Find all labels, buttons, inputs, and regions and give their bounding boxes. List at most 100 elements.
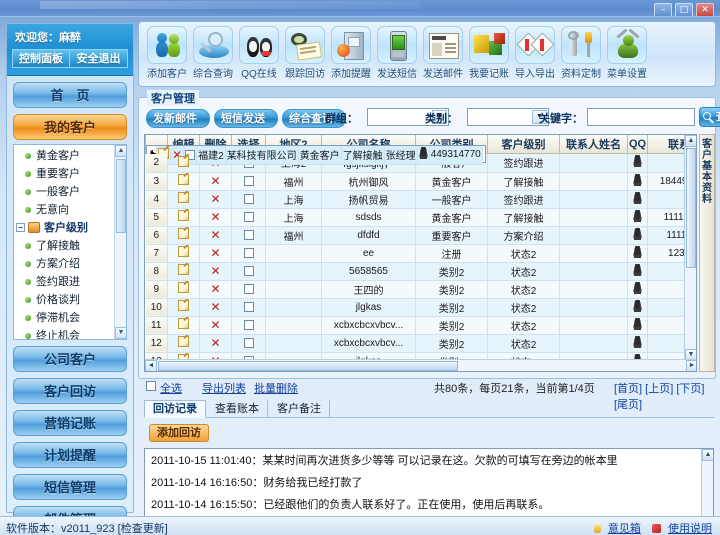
qq-penguin-icon[interactable] xyxy=(633,209,642,222)
select-all-checkbox[interactable] xyxy=(146,381,156,391)
cell-delete[interactable]: ✕ xyxy=(199,208,232,227)
cell-edit[interactable] xyxy=(167,208,200,227)
table-row[interactable]: 5✕上海sdsds黄金客户了解接触111122222 xyxy=(145,208,696,227)
feedback-link[interactable]: 意见箱 xyxy=(608,523,641,535)
table-horizontal-scrollbar[interactable]: ◄ ► xyxy=(145,359,696,371)
scroll-up-icon[interactable]: ▲ xyxy=(115,145,126,157)
qq-penguin-icon[interactable] xyxy=(633,155,642,168)
cell-select[interactable] xyxy=(231,316,266,335)
cell-delete[interactable]: ✕ xyxy=(199,226,232,245)
control-panel-button[interactable]: 控制面板 xyxy=(12,49,70,68)
tree-item-terminated[interactable]: 终止机会 xyxy=(14,327,126,339)
cell-qq[interactable] xyxy=(627,262,648,281)
tree-item-stalled[interactable]: 停滞机会 xyxy=(14,309,126,327)
cell-edit[interactable] xyxy=(167,280,200,299)
edit-icon[interactable] xyxy=(178,228,189,239)
tree-item-contact[interactable]: 了解接触 xyxy=(14,237,126,255)
tree-item-signing[interactable]: 签约跟进 xyxy=(14,273,126,291)
sidebar-item-customer-visits[interactable]: 客户回访 xyxy=(13,378,127,404)
cell-delete[interactable]: ✕ xyxy=(199,316,232,335)
delete-icon[interactable]: ✕ xyxy=(210,192,220,206)
edit-icon[interactable] xyxy=(178,318,189,329)
type-filter-select[interactable]: ▼ xyxy=(467,108,549,126)
export-list-link[interactable]: 导出列表 xyxy=(202,380,246,396)
tree-scrollbar[interactable]: ▲ ▼ xyxy=(114,145,126,339)
tree-item-no-intent[interactable]: 无意向 xyxy=(14,201,126,219)
cell-select[interactable] xyxy=(231,172,266,191)
cell-qq[interactable] xyxy=(627,244,648,263)
sidebar-item-marketing-ledger[interactable]: 营销记账 xyxy=(13,410,127,436)
sidebar-item-company-customers[interactable]: 公司客户 xyxy=(13,346,127,372)
row-checkbox[interactable] xyxy=(243,319,254,330)
cell-delete[interactable]: ✕ xyxy=(199,262,232,281)
keyword-input[interactable] xyxy=(587,108,695,126)
cell-qq[interactable] xyxy=(627,280,648,299)
scroll-up-icon[interactable]: ▲ xyxy=(685,135,696,147)
qq-penguin-icon[interactable] xyxy=(633,335,642,348)
cell-edit[interactable] xyxy=(167,298,200,317)
delete-icon[interactable]: ✕ xyxy=(210,282,220,296)
qq-penguin-icon[interactable] xyxy=(633,317,642,330)
sidebar-item-my-customers[interactable]: 我的客户 xyxy=(13,114,127,140)
table-row[interactable]: ▶1✕福建2某科技有限公司黄金客户了解接触张经理449314770 xyxy=(145,145,486,165)
row-checkbox[interactable] xyxy=(243,211,254,222)
row-checkbox[interactable] xyxy=(243,229,254,240)
cell-qq[interactable] xyxy=(627,298,648,317)
sidebar-item-plan-reminder[interactable]: 计划提醒 xyxy=(13,442,127,468)
notes-scrollbar[interactable]: ▲ xyxy=(701,449,713,517)
toolbar-qq-online[interactable]: QQ在线 xyxy=(237,26,281,84)
version-label[interactable]: 软件版本：v2011_923 [检查更新] xyxy=(6,520,168,535)
scroll-thumb[interactable] xyxy=(686,148,696,268)
cell-edit[interactable] xyxy=(167,172,200,191)
cell-qq[interactable] xyxy=(627,208,648,227)
qq-penguin-icon[interactable] xyxy=(418,147,428,160)
edit-icon[interactable] xyxy=(178,336,189,347)
th-qq[interactable]: QQ xyxy=(627,135,648,154)
cell-qq[interactable] xyxy=(417,146,430,165)
cell-delete[interactable]: ✕ xyxy=(199,172,232,191)
row-checkbox[interactable] xyxy=(243,283,254,294)
scroll-right-icon[interactable]: ► xyxy=(686,360,696,371)
tree-item-negotiation[interactable]: 价格谈判 xyxy=(14,291,126,309)
row-checkbox[interactable] xyxy=(243,193,254,204)
table-vertical-scrollbar[interactable]: ▲ ▼ xyxy=(684,135,696,361)
cell-select[interactable] xyxy=(231,226,266,245)
table-row[interactable]: 6✕福州dfdfd重要客户方案介绍11112222 xyxy=(145,226,696,245)
toolbar-send-sms[interactable]: 发送短信 xyxy=(375,26,419,84)
edit-icon[interactable] xyxy=(178,246,189,257)
tab-view-ledger[interactable]: 查看账本 xyxy=(206,400,268,418)
tree-item-proposal[interactable]: 方案介绍 xyxy=(14,255,126,273)
toolbar-data-customization[interactable]: 资料定制 xyxy=(559,26,603,84)
toolbar-import-export[interactable]: 导入导出 xyxy=(513,26,557,84)
edit-icon[interactable] xyxy=(178,192,189,203)
qq-penguin-icon[interactable] xyxy=(633,299,642,312)
tab-visit-records[interactable]: 回访记录 xyxy=(144,400,206,418)
batch-delete-link[interactable]: 批量删除 xyxy=(254,380,298,396)
th-contact-name[interactable]: 联系人姓名 xyxy=(559,135,628,154)
send-mail-button[interactable]: 发新邮件 xyxy=(146,109,210,128)
edit-icon[interactable] xyxy=(178,264,189,275)
row-checkbox[interactable] xyxy=(243,265,254,276)
cell-qq[interactable] xyxy=(627,316,648,335)
toolbar-menu-settings[interactable]: 菜单设置 xyxy=(605,26,649,84)
cell-delete[interactable]: ✕ xyxy=(199,334,232,353)
scroll-left-icon[interactable]: ◄ xyxy=(145,360,157,371)
tree-group-customer-level[interactable]: − 客户级别 xyxy=(14,219,126,237)
send-sms-button[interactable]: 短信发送 xyxy=(214,109,278,128)
row-checkbox[interactable] xyxy=(243,301,254,312)
toolbar-add-customer[interactable]: 添加客户 xyxy=(145,26,189,84)
edit-icon[interactable] xyxy=(178,300,189,311)
sidebar-item-sms-management[interactable]: 短信管理 xyxy=(13,474,127,500)
qq-penguin-icon[interactable] xyxy=(633,263,642,276)
cell-qq[interactable] xyxy=(627,334,648,353)
cell-select[interactable] xyxy=(231,244,266,263)
toolbar-bookkeeping[interactable]: 我要记账 xyxy=(467,26,511,84)
cell-select[interactable] xyxy=(231,298,266,317)
logout-button[interactable]: 安全退出 xyxy=(70,49,128,68)
cell-delete[interactable]: ✕ xyxy=(199,244,232,263)
cell-edit[interactable] xyxy=(167,226,200,245)
table-row[interactable]: 10 ✕ jlgkas 类别2 状态2 xyxy=(145,298,696,317)
table-row[interactable]: 4 ✕ 上海 扬帆贸易 一般客户 签约跟进 xyxy=(145,190,696,209)
scroll-down-icon[interactable]: ▼ xyxy=(115,327,126,339)
delete-icon[interactable]: ✕ xyxy=(210,228,220,242)
